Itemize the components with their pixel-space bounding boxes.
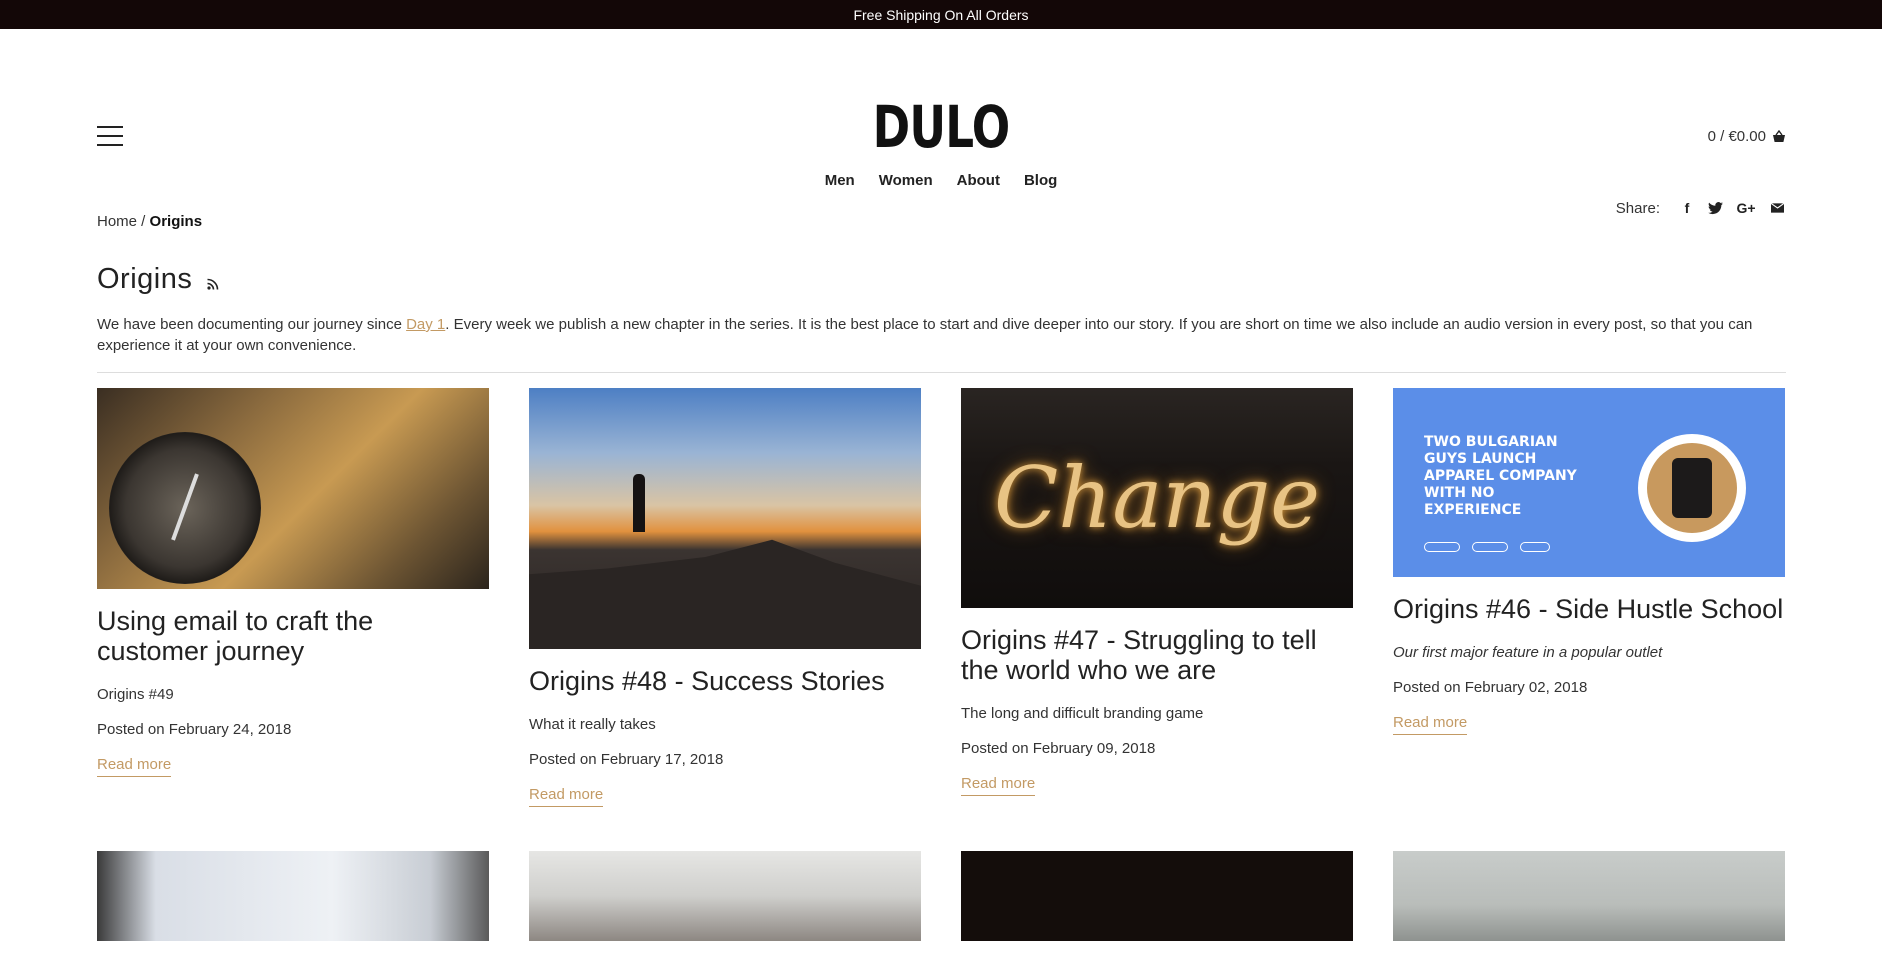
post-subtitle: What it really takes xyxy=(529,716,656,733)
read-more-link[interactable]: Read more xyxy=(1393,714,1468,735)
post-title[interactable]: Origins #48 - Success Stories xyxy=(529,666,921,696)
post-card: Change Origins #47 - Struggling to tell … xyxy=(961,388,1353,807)
announcement-text: Free Shipping On All Orders xyxy=(853,6,1029,23)
breadcrumb: Home / Origins xyxy=(97,213,202,230)
post-image-cloudy[interactable] xyxy=(1393,851,1785,941)
facebook-icon[interactable]: f xyxy=(1678,199,1696,217)
page-description: We have been documenting our journey sin… xyxy=(97,316,1753,354)
post-title[interactable]: Origins #47 - Struggling to tell the wor… xyxy=(961,625,1353,685)
site-header: DULO 0 / €0.00 Men Women About Blog xyxy=(0,29,1882,199)
twitter-icon[interactable] xyxy=(1706,199,1724,217)
post-grid-row-2 xyxy=(97,851,1786,941)
brand-logo[interactable]: DULO xyxy=(207,93,1675,161)
announcement-bar: Free Shipping On All Orders xyxy=(0,0,1882,29)
post-card: Using email to craft the customer journe… xyxy=(97,388,489,807)
nav-about[interactable]: About xyxy=(957,172,1000,189)
post-image-umbrella[interactable] xyxy=(529,851,921,941)
cart-link[interactable]: 0 / €0.00 xyxy=(1708,128,1786,145)
breadcrumb-current: Origins xyxy=(149,213,203,230)
post-image-change-neon[interactable]: Change xyxy=(961,388,1353,608)
menu-icon[interactable] xyxy=(97,126,123,146)
post-date: Posted on February 09, 2018 xyxy=(961,740,1156,757)
post-image-feature-article[interactable]: TWO BULGARIAN GUYS LAUNCH APPAREL COMPAN… xyxy=(1393,388,1785,577)
neon-sign-text: Change xyxy=(993,449,1321,547)
read-more-link[interactable]: Read more xyxy=(961,775,1036,796)
cart-label: 0 / €0.00 xyxy=(1707,128,1766,145)
main-nav: Men Women About Blog xyxy=(0,172,1882,189)
day-1-link[interactable]: Day 1 xyxy=(406,316,445,333)
page-title: Origins xyxy=(97,263,193,295)
breadcrumb-home[interactable]: Home xyxy=(97,213,137,230)
post-title[interactable]: Using email to craft the customer journe… xyxy=(97,606,489,666)
post-subtitle: The long and difficult branding game xyxy=(961,705,1204,722)
post-title[interactable]: Origins #46 - Side Hustle School xyxy=(1393,594,1785,624)
post-grid: Using email to craft the customer journe… xyxy=(97,388,1786,807)
nav-women[interactable]: Women xyxy=(879,172,933,189)
rss-icon[interactable] xyxy=(206,277,220,291)
post-date: Posted on February 24, 2018 xyxy=(97,721,292,738)
post-card: TWO BULGARIAN GUYS LAUNCH APPAREL COMPAN… xyxy=(1393,388,1785,807)
post-image-mountain-sunset[interactable] xyxy=(529,388,921,649)
read-more-link[interactable]: Read more xyxy=(529,786,604,807)
read-more-link[interactable]: Read more xyxy=(97,756,172,777)
basket-icon xyxy=(1773,130,1785,142)
nav-men[interactable]: Men xyxy=(825,172,855,189)
post-subtitle: Our first major feature in a popular out… xyxy=(1393,644,1663,661)
post-subtitle: Origins #49 xyxy=(97,686,174,703)
feature-headline: TWO BULGARIAN GUYS LAUNCH APPAREL COMPAN… xyxy=(1424,434,1577,518)
share-bar: Share: f G+ xyxy=(1616,199,1786,217)
email-icon[interactable] xyxy=(1768,199,1786,217)
post-date: Posted on February 02, 2018 xyxy=(1393,679,1588,696)
nav-blog[interactable]: Blog xyxy=(1024,172,1057,189)
divider xyxy=(97,372,1786,373)
google-plus-icon[interactable]: G+ xyxy=(1734,199,1758,217)
post-image-compass-map[interactable] xyxy=(97,388,489,589)
post-image-shirt[interactable] xyxy=(97,851,489,941)
post-card: Origins #48 - Success Stories What it re… xyxy=(529,388,921,807)
breadcrumb-separator: / xyxy=(137,213,150,230)
post-date: Posted on February 17, 2018 xyxy=(529,751,724,768)
post-image-dark[interactable] xyxy=(961,851,1353,941)
share-label: Share: xyxy=(1615,199,1660,217)
